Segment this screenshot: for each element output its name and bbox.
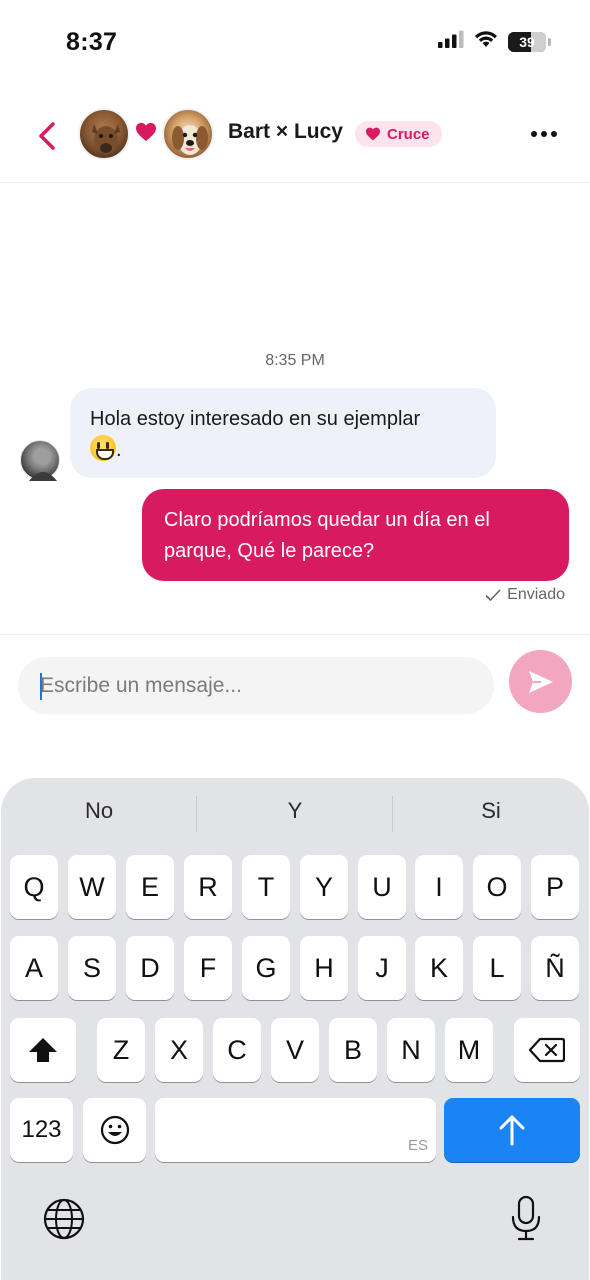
key-i[interactable]: I — [415, 855, 463, 919]
arrow-up-icon — [499, 1115, 525, 1146]
incoming-message-suffix: . — [116, 439, 122, 461]
language-indicator: ES — [407, 1137, 428, 1154]
key-n[interactable]: N — [387, 1018, 435, 1082]
emoji-key[interactable] — [83, 1098, 146, 1162]
key-t[interactable]: T — [242, 855, 290, 919]
dog-avatar-image — [172, 125, 208, 155]
outgoing-message-bubble[interactable]: Claro podríamos quedar un día en el parq… — [142, 489, 569, 581]
microphone-icon — [511, 1195, 541, 1241]
shift-icon — [29, 1038, 57, 1062]
suggestion-item[interactable]: No — [1, 798, 197, 824]
key-f[interactable]: F — [184, 936, 232, 1000]
key-e[interactable]: E — [126, 855, 174, 919]
key-k[interactable]: K — [415, 936, 463, 1000]
status-time: 8:37 — [66, 28, 118, 56]
check-icon — [485, 589, 501, 601]
key-p[interactable]: P — [531, 855, 579, 919]
key-l[interactable]: L — [473, 936, 521, 1000]
key-r[interactable]: R — [184, 855, 232, 919]
avatar-lucy[interactable] — [162, 108, 214, 160]
key-m[interactable]: M — [445, 1018, 493, 1082]
keyboard: No Y Si Q W E R T Y U I O P A S D F G H … — [1, 778, 589, 1280]
microphone-button[interactable] — [506, 1192, 546, 1244]
cellular-signal-icon — [438, 30, 464, 53]
dog-avatar-image — [92, 124, 120, 154]
more-dot — [551, 131, 557, 137]
status-icons: 39 — [438, 30, 551, 53]
incoming-message-bubble[interactable]: Hola estoy interesado en su ejemplar . — [70, 388, 496, 478]
key-w[interactable]: W — [68, 855, 116, 919]
back-button[interactable] — [30, 116, 64, 156]
suggestion-item[interactable]: Si — [393, 798, 589, 824]
more-horizontal-icon — [531, 131, 537, 137]
emoji-icon — [100, 1115, 129, 1145]
heart-icon — [135, 122, 157, 147]
globe-button[interactable] — [41, 1196, 87, 1242]
suggestion-item[interactable]: Y — [197, 798, 393, 824]
person-avatar-image — [29, 449, 57, 481]
more-options-button[interactable] — [528, 118, 560, 150]
sent-status-label: Enviado — [507, 586, 565, 603]
return-key[interactable] — [444, 1098, 580, 1162]
wifi-icon — [474, 30, 498, 53]
key-q[interactable]: Q — [10, 855, 58, 919]
numbers-key[interactable]: 123 — [10, 1098, 73, 1162]
key-x[interactable]: X — [155, 1018, 203, 1082]
delete-key[interactable] — [514, 1018, 580, 1082]
space-key[interactable]: ES — [155, 1098, 436, 1162]
shift-key[interactable] — [10, 1018, 76, 1082]
backspace-icon — [529, 1037, 565, 1063]
suggestion-bar: No Y Si — [1, 778, 589, 854]
key-z[interactable]: Z — [97, 1018, 145, 1082]
key-enye[interactable]: Ñ — [531, 936, 579, 1000]
key-y[interactable]: Y — [300, 855, 348, 919]
composer-divider — [0, 634, 590, 635]
battery-icon: 39 — [508, 31, 551, 52]
key-j[interactable]: J — [358, 936, 406, 1000]
heart-icon — [366, 127, 380, 141]
outgoing-message-text: Claro podríamos quedar un día en el parq… — [164, 509, 490, 562]
chevron-left-icon — [39, 122, 55, 150]
key-o[interactable]: O — [473, 855, 521, 919]
globe-icon — [43, 1198, 85, 1240]
key-v[interactable]: V — [271, 1018, 319, 1082]
chat-title[interactable]: Bart × Lucy — [228, 120, 343, 144]
badge-label: Cruce — [387, 125, 430, 143]
key-h[interactable]: H — [300, 936, 348, 1000]
key-c[interactable]: C — [213, 1018, 261, 1082]
key-a[interactable]: A — [10, 936, 58, 1000]
sender-avatar[interactable] — [20, 440, 60, 481]
key-s[interactable]: S — [68, 936, 116, 1000]
incoming-message-text: Hola estoy interesado en su ejemplar — [90, 408, 421, 430]
text-cursor — [40, 673, 42, 700]
chat-header: Bart × Lucy Cruce — [0, 88, 590, 183]
more-dot — [541, 131, 547, 137]
send-icon — [528, 670, 553, 693]
avatar-bart[interactable] — [78, 108, 130, 160]
grinning-face-emoji-icon — [90, 435, 116, 461]
message-timestamp: 8:35 PM — [265, 352, 325, 369]
key-b[interactable]: B — [329, 1018, 377, 1082]
key-d[interactable]: D — [126, 936, 174, 1000]
key-u[interactable]: U — [358, 855, 406, 919]
cruce-badge: Cruce — [355, 121, 442, 147]
send-button[interactable] — [509, 650, 572, 713]
status-bar: 8:37 39 — [0, 0, 590, 88]
message-input[interactable] — [18, 657, 494, 714]
battery-level: 39 — [519, 33, 535, 50]
sent-status: Enviado — [485, 586, 565, 604]
key-g[interactable]: G — [242, 936, 290, 1000]
